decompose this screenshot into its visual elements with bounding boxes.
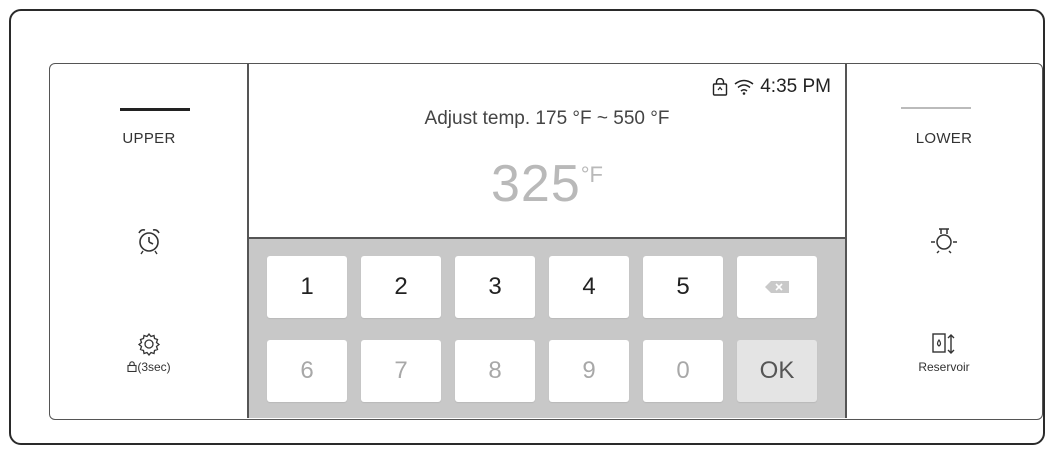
clock-time: 4:35 PM [760, 76, 831, 97]
timer-button[interactable] [50, 226, 248, 256]
right-panel: LOWER Reservoir [846, 64, 1042, 419]
key-2[interactable]: 2 [361, 256, 441, 318]
reservoir-caption: Reservoir [918, 360, 970, 374]
settings-caption-text: (3sec) [137, 360, 171, 374]
reservoir-button[interactable] [846, 332, 1042, 356]
reservoir-icon [932, 333, 955, 354]
key-0[interactable]: 0 [643, 340, 723, 402]
upper-tab[interactable]: UPPER [50, 130, 248, 147]
key-4[interactable]: 4 [549, 256, 629, 318]
temperature-display: 4:35 PM Adjust temp. 175 °F ~ 550 °F 325… [249, 64, 845, 237]
backspace-icon [765, 281, 789, 293]
remote-lock-icon [713, 78, 728, 96]
status-bar: 4:35 PM [712, 76, 831, 98]
key-8[interactable]: 8 [455, 340, 535, 402]
key-9[interactable]: 9 [549, 340, 629, 402]
numeric-keypad: 1 2 3 4 5 6 7 8 9 0 OK [249, 237, 845, 418]
oven-light-button[interactable] [846, 226, 1042, 256]
left-panel: UPPER (3sec) [50, 64, 248, 419]
upper-tab-indicator [120, 108, 190, 111]
ok-button[interactable]: OK [737, 340, 817, 402]
wifi-icon [734, 79, 754, 95]
control-panel: UPPER (3sec) 4:35 PM Adjust temp. 175 °F… [49, 63, 1043, 420]
temperature-readout: 325°F [249, 154, 845, 214]
backspace-button[interactable] [737, 256, 817, 318]
key-5[interactable]: 5 [643, 256, 723, 318]
lower-tab[interactable]: LOWER [846, 130, 1042, 147]
key-7[interactable]: 7 [361, 340, 441, 402]
temperature-unit: °F [580, 162, 603, 187]
alarm-clock-icon [138, 229, 160, 255]
lock-icon [127, 361, 137, 373]
key-6[interactable]: 6 [267, 340, 347, 402]
main-screen: 4:35 PM Adjust temp. 175 °F ~ 550 °F 325… [247, 64, 847, 418]
lower-tab-indicator [901, 107, 971, 109]
key-1[interactable]: 1 [267, 256, 347, 318]
settings-caption: (3sec) [50, 360, 248, 374]
key-3[interactable]: 3 [455, 256, 535, 318]
light-bulb-icon [931, 228, 957, 254]
settings-button[interactable] [50, 332, 248, 356]
oven-control-frame: UPPER (3sec) 4:35 PM Adjust temp. 175 °F… [9, 9, 1045, 445]
temperature-value: 325 [490, 155, 581, 213]
temperature-range-hint: Adjust temp. 175 °F ~ 550 °F [424, 108, 670, 129]
gear-icon [137, 332, 161, 356]
